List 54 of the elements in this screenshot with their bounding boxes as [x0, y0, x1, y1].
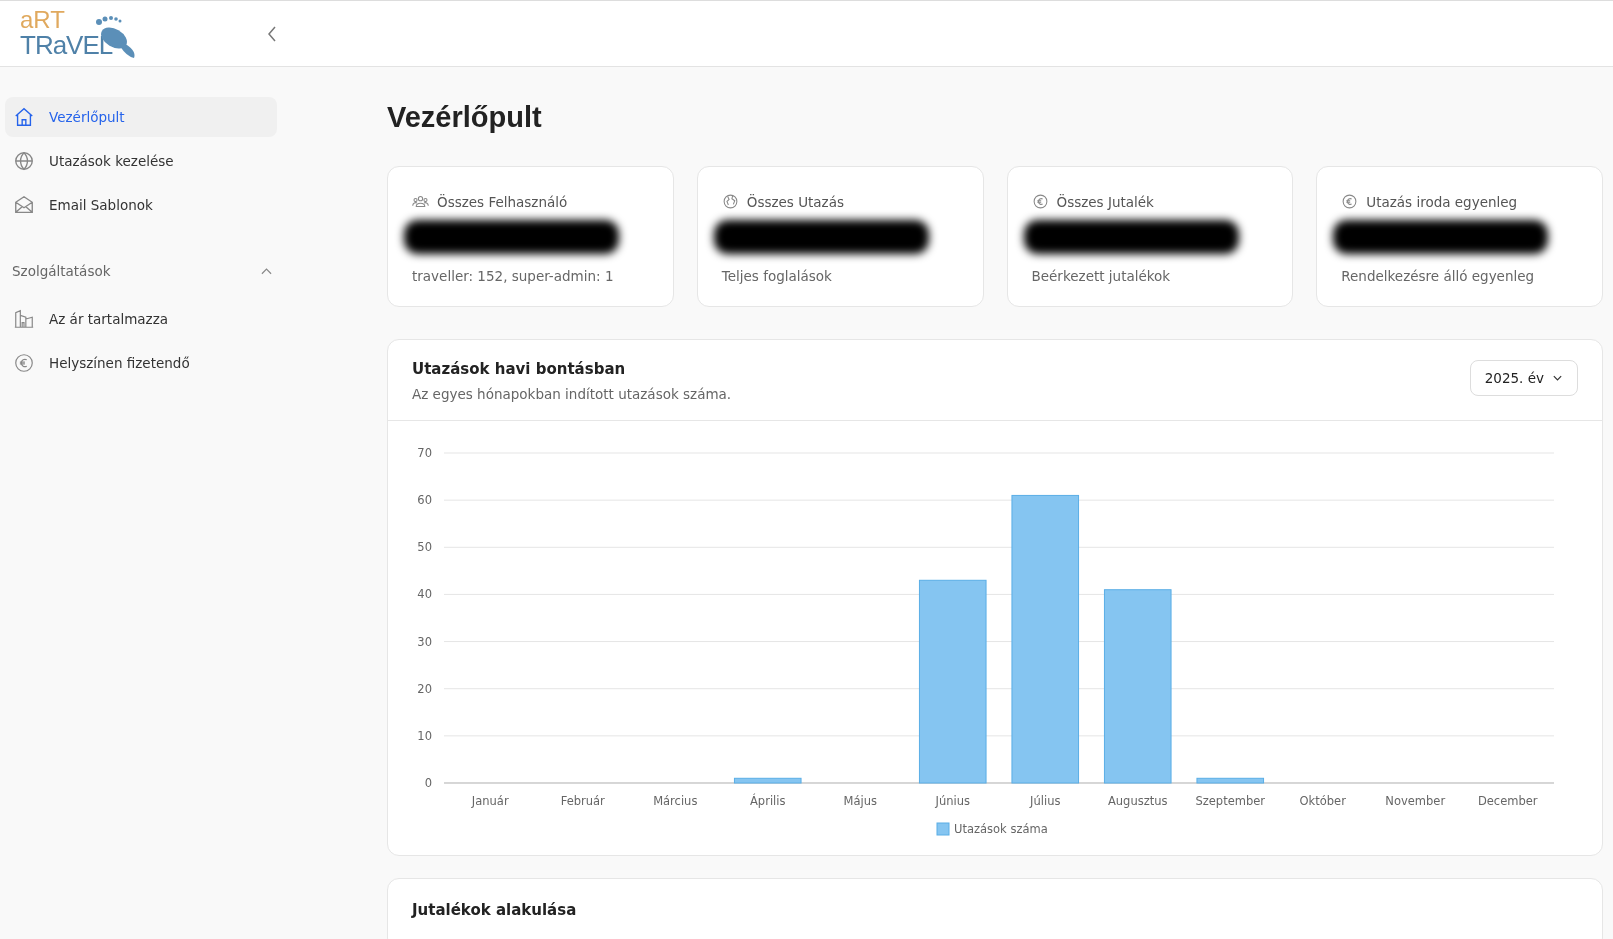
page-title: Vezérlőpult [387, 101, 543, 134]
x-tick-label: Június [935, 794, 970, 808]
card-title: Jutalékok alakulása [412, 901, 578, 919]
x-tick-label: Május [843, 794, 877, 808]
stat-title: Összes Jutalék [1056, 193, 1154, 210]
sidebar-item[interactable]: Email Sablonok [5, 185, 277, 225]
y-tick-label: 20 [417, 681, 432, 696]
building-icon [13, 308, 35, 330]
euro-icon [1031, 193, 1049, 210]
chevron-down-icon [1552, 374, 1563, 382]
x-tick-label: Január [471, 794, 509, 808]
sidebar-item[interactable]: Utazások kezelése [5, 141, 277, 181]
stat-subtitle: Teljes foglalások [721, 268, 833, 284]
card-title: Utazások havi bontásban [412, 360, 627, 378]
legend-label: Utazások száma [954, 822, 1048, 836]
y-tick-label: 50 [417, 540, 432, 555]
card-subtitle: Az egyes hónapokban indított utazások száma. [412, 386, 732, 402]
bar [1196, 777, 1265, 784]
y-tick-label: 40 [417, 587, 432, 602]
x-tick-label: Március [653, 794, 698, 808]
stat-title: Összes Utazás [746, 193, 844, 210]
sidebar-item[interactable]: Vezérlőpult [5, 97, 277, 137]
globe-icon [13, 150, 35, 172]
x-tick-label: Július [1030, 794, 1061, 808]
stat-title: Utazás iroda egyenleg [1366, 193, 1518, 210]
x-tick-label: Szeptember [1195, 794, 1266, 808]
x-tick-label: Április [750, 794, 786, 808]
stat-subtitle: Rendelkezésre álló egyenleg [1341, 268, 1536, 284]
x-tick-label: Október [1299, 794, 1346, 808]
sidebar-item[interactable]: Az ár tartalmazza [5, 299, 277, 339]
stat-title: Összes Felhasználó [437, 193, 568, 210]
stat-subtitle: traveller: 152, super-admin: 1 [412, 268, 615, 284]
euro-icon [13, 352, 35, 374]
y-tick-label: 30 [417, 634, 432, 649]
y-tick-label: 10 [417, 728, 432, 743]
sidebar-item[interactable]: Helyszínen fizetendő [5, 343, 277, 383]
euro-icon [1341, 193, 1359, 210]
y-tick-label: 0 [424, 776, 432, 790]
section-header[interactable]: Szolgáltatások [12, 263, 272, 279]
y-tick-label: 60 [417, 493, 432, 508]
x-tick-label: November [1385, 794, 1446, 808]
chevron-left-icon[interactable] [266, 24, 278, 43]
x-tick-label: Február [560, 794, 605, 808]
logo: aRT TRaVEL [20, 7, 140, 60]
home-icon [13, 106, 35, 128]
x-tick-label: Augusztus [1107, 794, 1168, 808]
bar [733, 777, 802, 784]
globe-icon [721, 193, 739, 210]
mail-icon [13, 194, 35, 216]
users-icon [412, 193, 429, 210]
year-select[interactable]: 2025. év [1469, 360, 1578, 396]
x-tick-label: December [1477, 794, 1538, 808]
y-tick-label: 70 [417, 446, 432, 460]
stat-subtitle: Beérkezett jutalékok [1031, 268, 1172, 284]
